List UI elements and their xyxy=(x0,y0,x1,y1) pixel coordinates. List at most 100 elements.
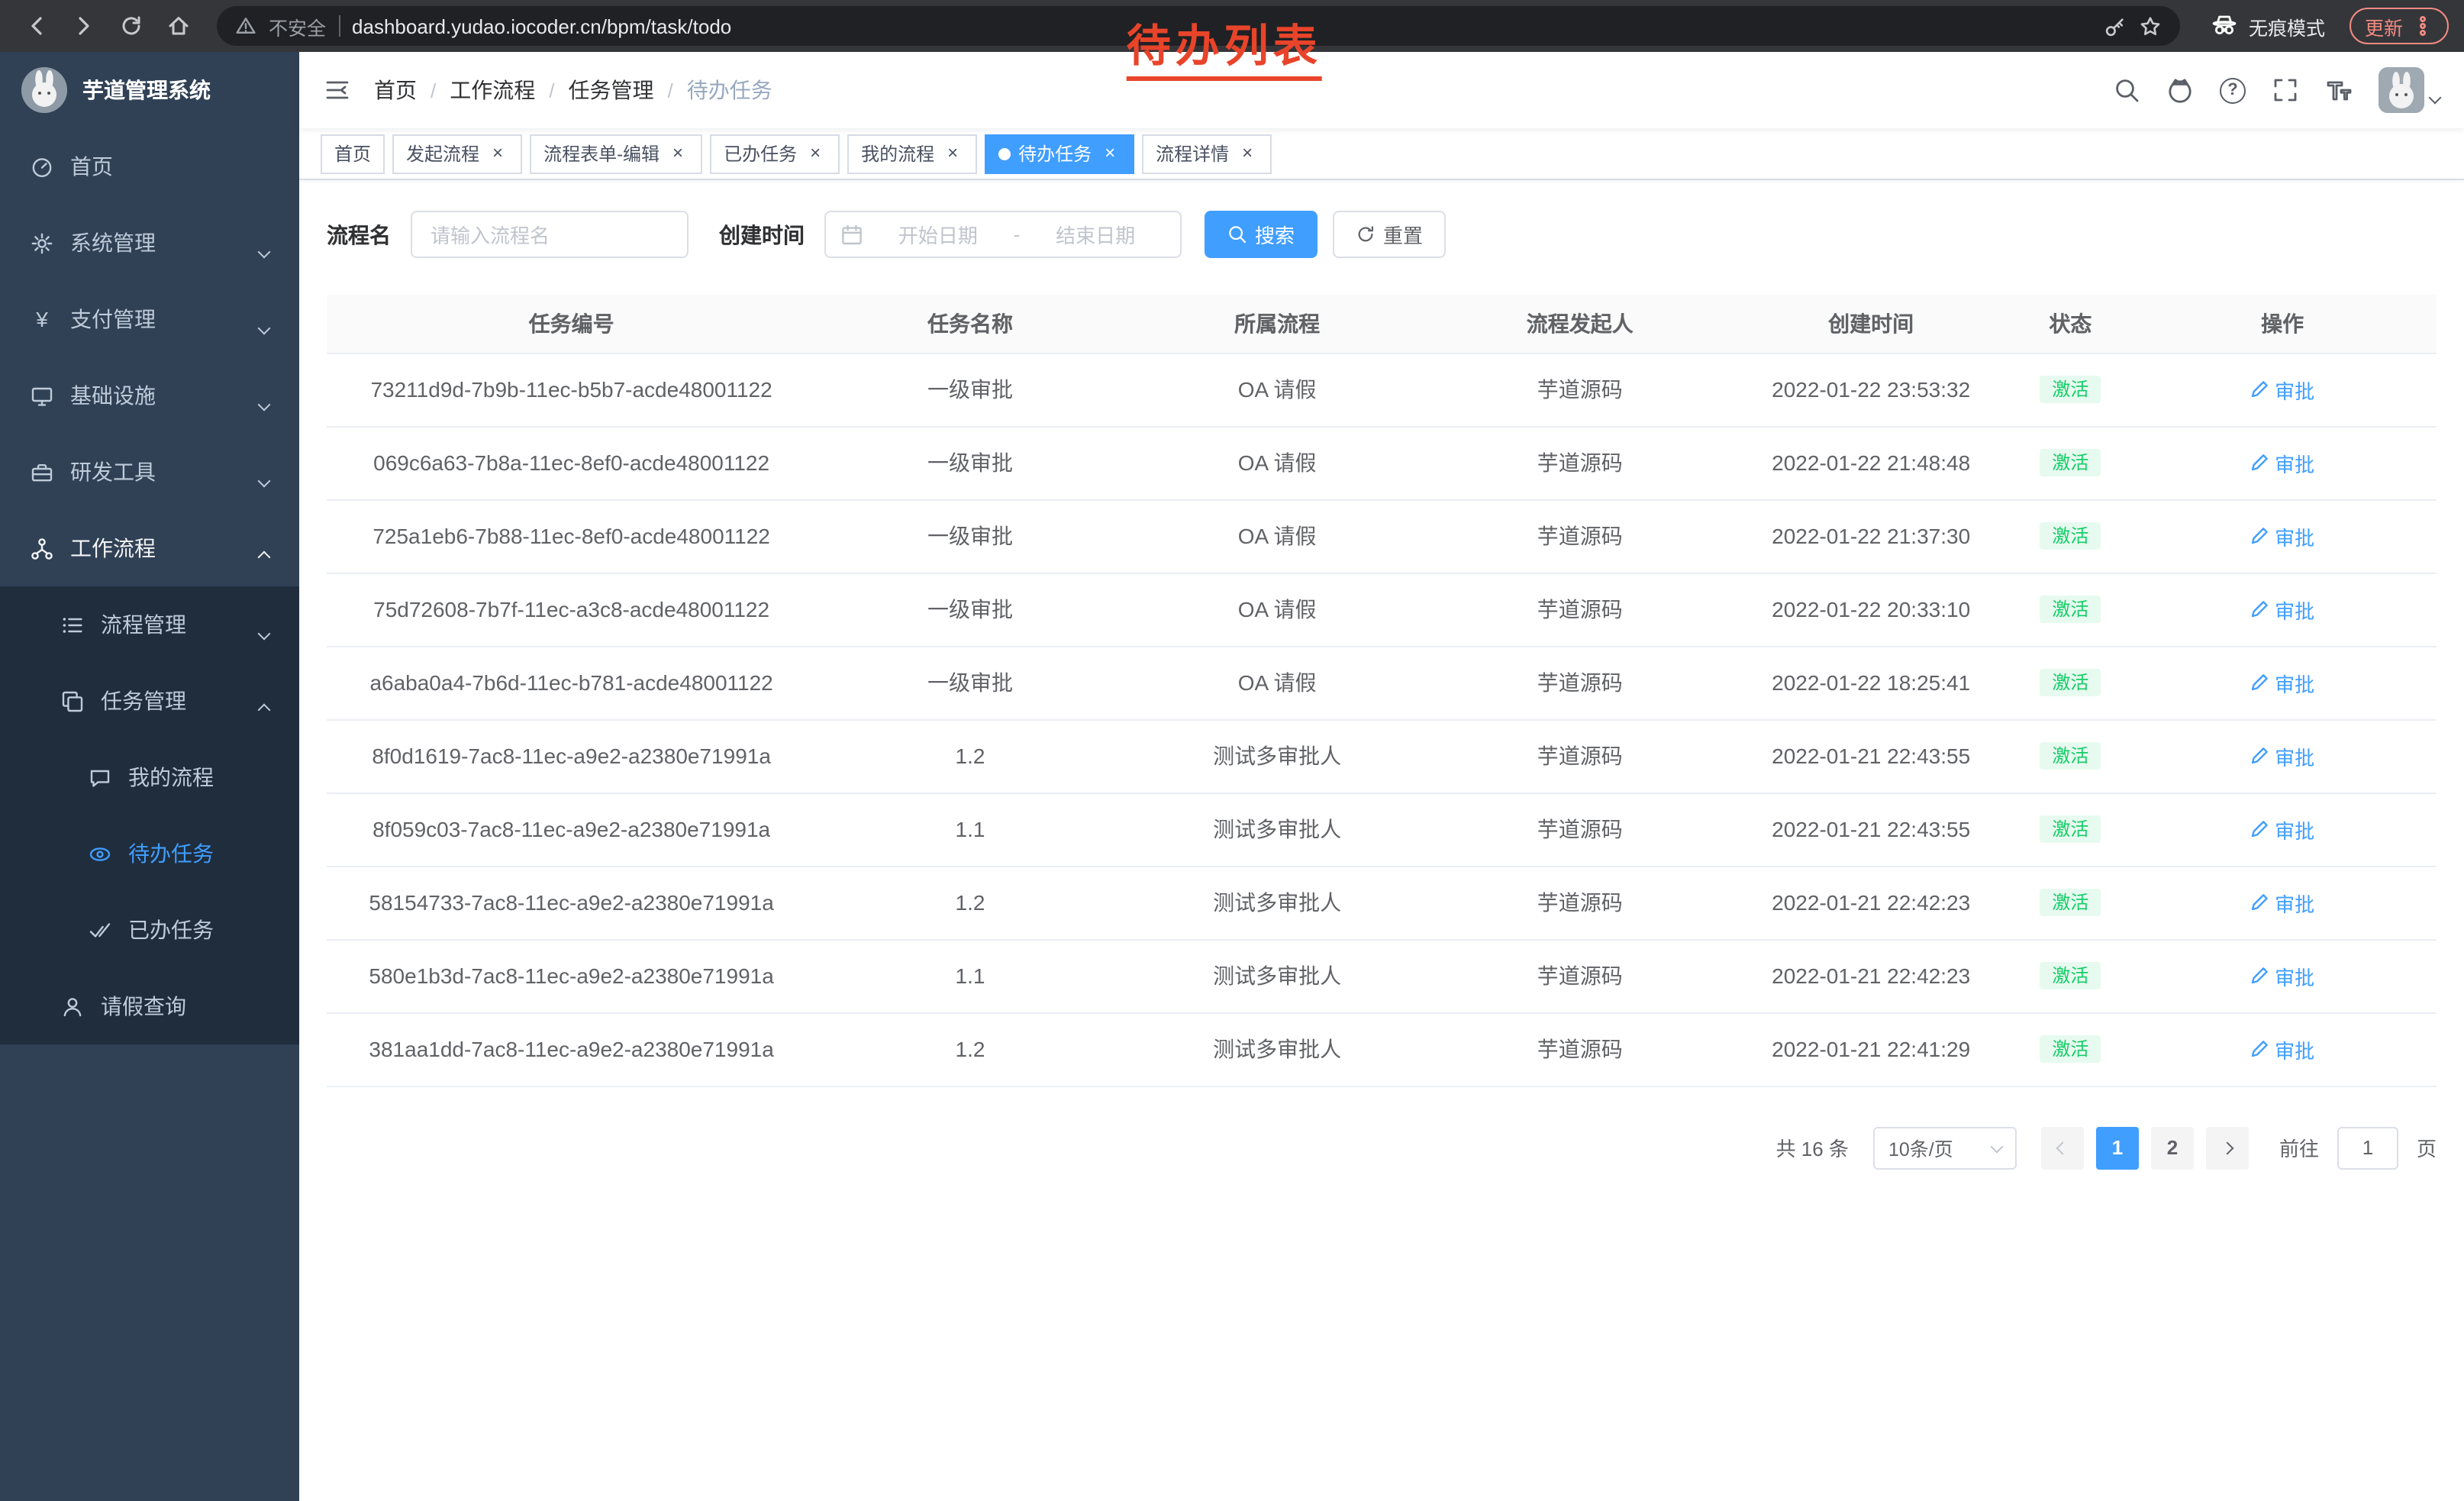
breadcrumb-item-home[interactable]: 首页 xyxy=(374,75,417,105)
active-tab-dot xyxy=(998,147,1011,160)
approve-link[interactable]: 审批 xyxy=(2250,815,2314,844)
fullscreen-icon[interactable] xyxy=(2272,76,2299,104)
tab-todo-tasks[interactable]: 待办任务 × xyxy=(985,134,1134,173)
approve-link[interactable]: 审批 xyxy=(2250,668,2314,697)
sidebar-item-todo-tasks[interactable]: 待办任务 xyxy=(0,815,299,892)
cell-created: 2022-01-22 18:25:41 xyxy=(1730,646,2012,719)
sidebar-item-leave-query[interactable]: 请假查询 xyxy=(0,968,299,1044)
omnibox-divider xyxy=(338,15,340,37)
sidebar-item-infra[interactable]: 基础设施 xyxy=(0,357,299,434)
browser-back-icon[interactable] xyxy=(15,5,56,47)
tab-my-processes[interactable]: 我的流程 × xyxy=(847,134,977,173)
cell-initiator: 芋道源码 xyxy=(1430,353,1730,426)
sidebar-item-done-tasks[interactable]: 已办任务 xyxy=(0,892,299,968)
sidebar-item-process-management[interactable]: 流程管理 xyxy=(0,586,299,663)
github-icon[interactable] xyxy=(2166,76,2194,104)
chevron-down-icon xyxy=(260,313,269,337)
approve-link[interactable]: 审批 xyxy=(2250,961,2314,990)
workflow-submenu: 流程管理 任务管理 我的流程 待办任务 已办 xyxy=(0,586,299,1044)
cell-task-name: 一级审批 xyxy=(816,573,1124,646)
question-icon[interactable]: ? xyxy=(2220,77,2246,103)
approve-link[interactable]: 审批 xyxy=(2250,448,2314,477)
menu-dots-icon[interactable] xyxy=(2412,15,2433,37)
status-badge: 激活 xyxy=(2040,376,2101,403)
page-button-1[interactable]: 1 xyxy=(2096,1126,2139,1169)
page-size-select[interactable]: 10条/页 xyxy=(1873,1126,2017,1169)
sidebar-item-home[interactable]: 首页 xyxy=(0,128,299,205)
cell-task-id: 75d72608-7b7f-11ec-a3c8-acde48001122 xyxy=(327,573,816,646)
address-bar[interactable]: 不安全 dashboard.yudao.iocoder.cn/bpm/task/… xyxy=(217,6,2180,46)
approve-link-label: 审批 xyxy=(2275,741,2314,770)
cell-process: 测试多审批人 xyxy=(1124,792,1430,866)
close-icon[interactable]: × xyxy=(805,143,826,164)
navbar-actions: ? xyxy=(2113,67,2440,113)
close-icon[interactable]: × xyxy=(942,143,963,164)
breadcrumb-item-workflow[interactable]: 工作流程 xyxy=(450,75,535,105)
browser-reload-icon[interactable] xyxy=(110,5,151,47)
approve-link[interactable]: 审批 xyxy=(2250,521,2314,550)
update-label[interactable]: 更新 xyxy=(2365,11,2403,40)
reset-button[interactable]: 重置 xyxy=(1333,211,1446,258)
approve-link[interactable]: 审批 xyxy=(2250,1035,2314,1064)
close-icon[interactable]: × xyxy=(667,143,689,164)
approve-link[interactable]: 审批 xyxy=(2250,375,2314,404)
search-button[interactable]: 搜索 xyxy=(1205,211,1317,258)
sidebar-item-devtools[interactable]: 研发工具 xyxy=(0,434,299,510)
close-icon[interactable]: × xyxy=(1099,143,1121,164)
tab-process-detail[interactable]: 流程详情 × xyxy=(1142,134,1272,173)
cell-task-id: 725a1eb6-7b88-11ec-8ef0-acde48001122 xyxy=(327,499,816,573)
header-initiator: 流程发起人 xyxy=(1430,295,1730,353)
cell-created: 2022-01-22 23:53:32 xyxy=(1730,353,2012,426)
cell-created: 2022-01-21 22:43:55 xyxy=(1730,719,2012,792)
user-avatar[interactable] xyxy=(2379,67,2440,113)
approve-link[interactable]: 审批 xyxy=(2250,741,2314,770)
status-badge: 激活 xyxy=(2040,596,2101,623)
cell-created: 2022-01-21 22:41:29 xyxy=(1730,1012,2012,1086)
browser-home-icon[interactable] xyxy=(157,5,198,47)
browser-forward-icon[interactable] xyxy=(63,5,104,47)
page-button-2[interactable]: 2 xyxy=(2151,1126,2194,1169)
cell-task-id: 381aa1dd-7ac8-11ec-a9e2-a2380e71991a xyxy=(327,1012,816,1086)
status-badge: 激活 xyxy=(2040,815,2101,843)
security-label[interactable]: 不安全 xyxy=(269,11,326,40)
goto-suffix: 页 xyxy=(2417,1133,2437,1162)
tab-home[interactable]: 首页 xyxy=(321,134,385,173)
approve-link[interactable]: 审批 xyxy=(2250,888,2314,917)
sidebar-item-payment[interactable]: ¥ 支付管理 xyxy=(0,281,299,357)
cell-created: 2022-01-21 22:42:23 xyxy=(1730,866,2012,939)
approve-link-label: 审批 xyxy=(2275,595,2314,624)
cell-process: OA 请假 xyxy=(1124,573,1430,646)
search-icon[interactable] xyxy=(2113,76,2140,104)
bookmark-star-icon[interactable] xyxy=(2139,15,2162,37)
table-row: 73211d9d-7b9b-11ec-b5b7-acde48001122 一级审… xyxy=(327,353,2437,426)
font-size-icon[interactable] xyxy=(2325,76,2353,104)
app-logo[interactable]: 芋道管理系统 xyxy=(0,52,299,128)
breadcrumb-item-task-management[interactable]: 任务管理 xyxy=(569,75,654,105)
tab-start-process[interactable]: 发起流程 × xyxy=(392,134,522,173)
approve-link-label: 审批 xyxy=(2275,668,2314,697)
process-name-input[interactable]: 请输入流程名 xyxy=(411,211,689,258)
date-range-picker[interactable]: 开始日期 - 结束日期 xyxy=(824,211,1182,258)
close-icon[interactable]: × xyxy=(1237,143,1258,164)
sidebar-item-task-management[interactable]: 任务管理 xyxy=(0,663,299,739)
close-icon[interactable]: × xyxy=(487,143,508,164)
sidebar: 芋道管理系统 首页 系统管理 ¥ 支付管理 基础设施 xyxy=(0,52,299,1501)
sidebar-item-system[interactable]: 系统管理 xyxy=(0,205,299,281)
approve-link[interactable]: 审批 xyxy=(2250,595,2314,624)
header-actions: 操作 xyxy=(2128,295,2437,353)
password-key-icon[interactable] xyxy=(2104,15,2127,37)
sidebar-item-workflow[interactable]: 工作流程 xyxy=(0,510,299,586)
tab-process-form-edit[interactable]: 流程表单-编辑 × xyxy=(530,134,702,173)
approve-link-label: 审批 xyxy=(2275,888,2314,917)
chevron-down-icon xyxy=(1990,1140,2003,1153)
collapse-sidebar-icon[interactable] xyxy=(324,76,351,104)
url-text[interactable]: dashboard.yudao.iocoder.cn/bpm/task/todo xyxy=(352,15,731,37)
chevron-down-icon xyxy=(2430,82,2440,110)
search-icon xyxy=(1227,224,1247,244)
prev-page-button[interactable] xyxy=(2041,1126,2084,1169)
browser-update-chip[interactable]: 更新 xyxy=(2350,8,2449,44)
goto-page-input[interactable] xyxy=(2337,1126,2398,1169)
sidebar-item-my-processes[interactable]: 我的流程 xyxy=(0,739,299,815)
tab-done-tasks[interactable]: 已办任务 × xyxy=(710,134,840,173)
next-page-button[interactable] xyxy=(2206,1126,2249,1169)
